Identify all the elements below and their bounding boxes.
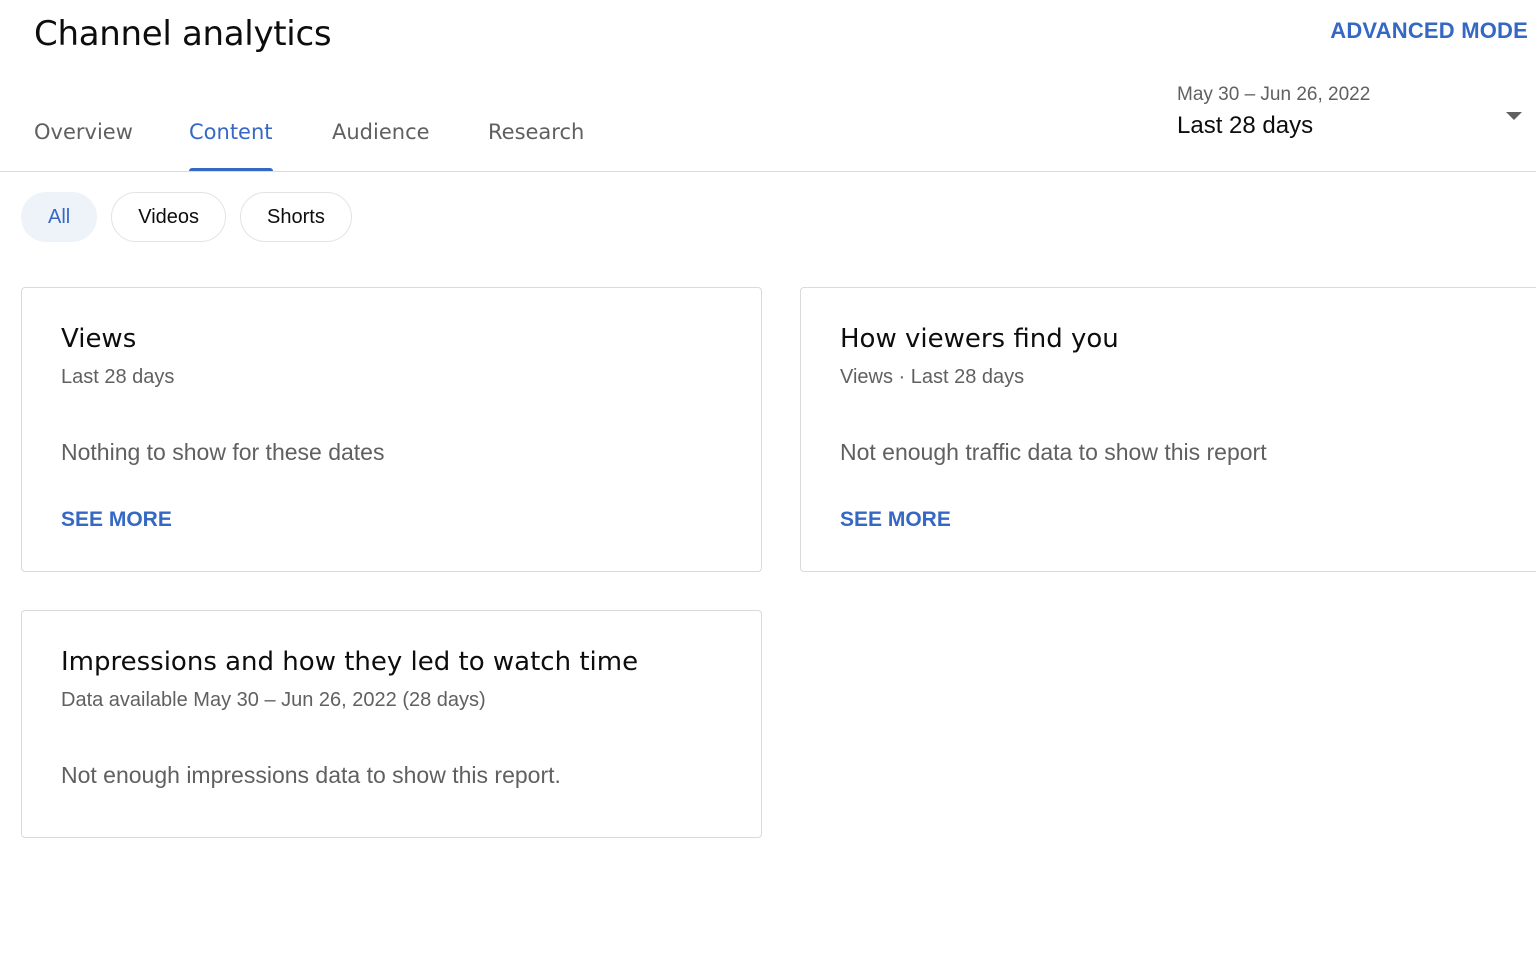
empty-state-message: Not enough impressions data to show this… [61,762,561,788]
date-preset-label: Last 28 days [1177,112,1314,139]
tab-research[interactable]: Research [488,100,584,172]
see-more-link[interactable]: SEE MORE [61,508,172,532]
tab-label: Content [189,120,273,144]
tab-audience[interactable]: Audience [332,100,430,172]
tab-label: Overview [34,120,133,144]
card-subtitle: Last 28 days [61,366,175,388]
filter-chip-shorts[interactable]: Shorts [240,192,352,242]
filter-chip-all[interactable]: All [21,192,98,242]
see-more-link[interactable]: SEE MORE [840,508,951,532]
header-divider [0,171,1536,172]
date-range-text: May 30 – Jun 26, 2022 [1177,84,1371,105]
tab-label: Research [488,120,585,144]
date-range-picker[interactable]: May 30 – Jun 26, 2022 Last 28 days [1177,84,1536,154]
card-subtitle: Views · Last 28 days [840,366,1025,388]
filter-chip-videos[interactable]: Videos [111,192,227,242]
page-title: Channel analytics [34,14,332,54]
tab-content[interactable]: Content [189,100,273,172]
views-card: Views Last 28 days Nothing to show for t… [21,287,762,572]
card-subtitle: Data available May 30 – Jun 26, 2022 (28… [61,689,486,711]
content-type-filters: All Videos Shorts [21,192,352,242]
traffic-sources-card: How viewers find you Views · Last 28 day… [800,287,1536,572]
dropdown-arrow-icon[interactable] [1506,112,1522,120]
impressions-card: Impressions and how they led to watch ti… [21,610,762,838]
card-title: How viewers find you [840,324,1119,354]
empty-state-message: Nothing to show for these dates [61,439,385,465]
advanced-mode-button[interactable]: ADVANCED MODE [1330,18,1528,44]
card-title: Views [61,324,137,354]
empty-state-message: Not enough traffic data to show this rep… [840,439,1267,465]
tab-overview[interactable]: Overview [34,100,133,172]
tab-label: Audience [332,120,430,144]
card-title: Impressions and how they led to watch ti… [61,647,639,677]
